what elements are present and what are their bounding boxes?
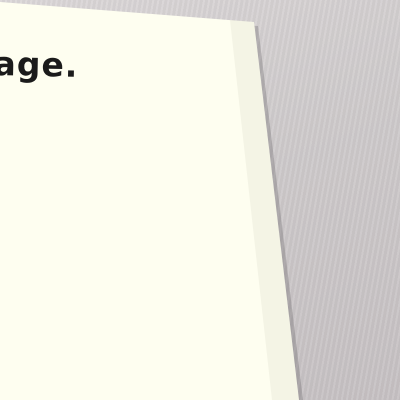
paper-text: age. xyxy=(0,44,79,85)
